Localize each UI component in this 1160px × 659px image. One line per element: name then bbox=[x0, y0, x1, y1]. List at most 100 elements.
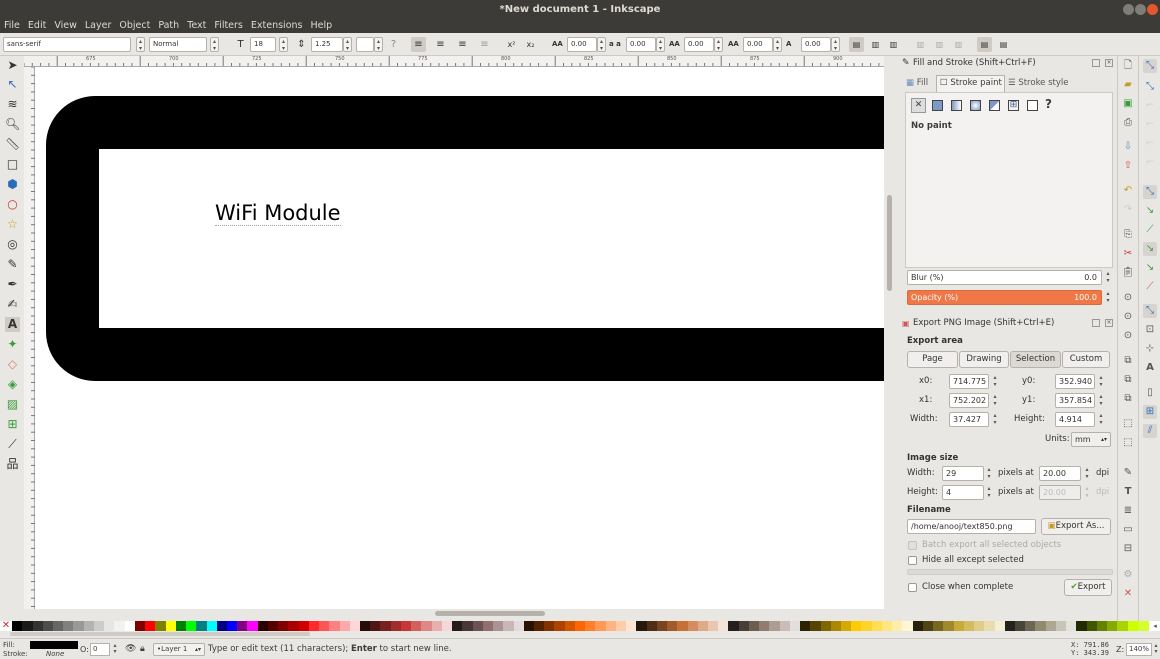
opacity-spinner[interactable]: ▴ ▾ bbox=[1104, 290, 1112, 305]
horizontal-scrollbar[interactable] bbox=[35, 609, 884, 619]
font-family-dropdown[interactable]: ▴ ▾ bbox=[136, 37, 145, 52]
palette-swatch[interactable] bbox=[963, 621, 975, 631]
superscript-button[interactable]: x² bbox=[504, 37, 519, 52]
palette-swatch[interactable] bbox=[574, 621, 586, 631]
palette-swatch[interactable] bbox=[390, 621, 402, 631]
palette-swatch[interactable] bbox=[462, 621, 474, 631]
opacity-status-spinner[interactable]: ▴ ▾ bbox=[111, 643, 119, 656]
area-height-spinner[interactable]: ▴ ▾ bbox=[1097, 412, 1105, 427]
snap-bbox-icon[interactable]: ⤡ bbox=[1143, 80, 1157, 94]
word-spacing-spinner[interactable]: ▴ ▾ bbox=[656, 37, 665, 52]
palette-swatch[interactable] bbox=[226, 621, 238, 631]
layers-dialog-icon[interactable]: ≣ bbox=[1121, 504, 1135, 518]
paste-icon[interactable]: 📋︎ bbox=[1121, 266, 1135, 280]
blur-field[interactable]: Blur (%) 0.0 bbox=[907, 270, 1102, 285]
palette-swatch[interactable] bbox=[789, 621, 801, 631]
zoom-page-icon[interactable]: ⊙ bbox=[1121, 329, 1135, 343]
palette-swatch[interactable] bbox=[738, 621, 750, 631]
duplicate-icon[interactable]: ⧉ bbox=[1121, 354, 1135, 368]
letter-spacing-field[interactable]: 0.00 bbox=[567, 37, 597, 52]
node-tool-icon[interactable]: ↖ bbox=[5, 77, 20, 92]
y1-field[interactable]: 357.854 bbox=[1055, 393, 1095, 408]
palette-swatch[interactable] bbox=[1086, 621, 1098, 631]
text-orient-auto-button[interactable]: ▥ bbox=[913, 37, 928, 52]
text-orient-sideways-button[interactable]: ▥ bbox=[951, 37, 966, 52]
palette-swatch[interactable] bbox=[329, 621, 341, 631]
palette-swatch[interactable] bbox=[677, 621, 688, 631]
x0-field[interactable]: 714.775 bbox=[949, 374, 989, 389]
save-icon[interactable]: ▣ bbox=[1121, 97, 1135, 111]
palette-menu-icon[interactable]: ◂ bbox=[1150, 621, 1160, 631]
justify-button[interactable]: ≡ bbox=[477, 37, 492, 52]
palette-swatch[interactable] bbox=[748, 621, 760, 631]
palette-swatch[interactable] bbox=[339, 621, 351, 631]
stroke-indicator[interactable]: None bbox=[46, 650, 64, 658]
zoom-selection-icon[interactable]: ⊙ bbox=[1121, 291, 1135, 305]
connector-tool-icon[interactable]: 品 bbox=[5, 457, 20, 472]
palette-swatch[interactable] bbox=[544, 621, 555, 631]
vertical-text-rl-button[interactable]: ▥ bbox=[868, 37, 883, 52]
palette-swatch[interactable] bbox=[1055, 621, 1067, 631]
vertical-shift-field[interactable]: 0.00 bbox=[743, 37, 773, 52]
palette-swatch[interactable] bbox=[922, 621, 934, 631]
palette-swatch[interactable] bbox=[902, 621, 914, 631]
vertical-scrollbar[interactable] bbox=[884, 67, 896, 609]
horizontal-text-button[interactable]: ▤ bbox=[849, 37, 864, 52]
opacity-status-field[interactable]: 0 bbox=[90, 643, 110, 656]
pattern-button[interactable]: ⊞ bbox=[1008, 100, 1019, 111]
bucket-tool-icon[interactable]: ◈ bbox=[5, 377, 20, 392]
export-selection-button[interactable]: Selection bbox=[1010, 351, 1061, 368]
panel-iconify-button[interactable] bbox=[1092, 59, 1100, 67]
close-when-complete-checkbox[interactable] bbox=[908, 583, 917, 592]
font-size-spinner[interactable]: ▴ ▾ bbox=[279, 37, 288, 52]
vertical-text-lr-button[interactable]: ▥ bbox=[886, 37, 901, 52]
palette-swatch[interactable] bbox=[411, 621, 422, 631]
palette-swatch[interactable] bbox=[1035, 621, 1047, 631]
palette-swatch[interactable] bbox=[1045, 621, 1057, 631]
export-button[interactable]: ✔Export bbox=[1064, 579, 1112, 596]
clone-icon[interactable]: ⧉ bbox=[1121, 373, 1135, 387]
fill-indicator[interactable] bbox=[30, 641, 78, 649]
palette-swatch[interactable] bbox=[1137, 621, 1149, 631]
palette-swatch[interactable] bbox=[32, 621, 44, 631]
img-width-spinner[interactable]: ▴ ▾ bbox=[985, 466, 993, 481]
snap-intersection-icon[interactable]: ⟋ bbox=[1143, 223, 1157, 237]
palette-swatch[interactable] bbox=[472, 621, 484, 631]
export-as-button[interactable]: ▣Export As... bbox=[1041, 518, 1111, 535]
filename-field[interactable]: /home/anooj/text850.png bbox=[907, 519, 1036, 534]
export-doc-icon[interactable]: ⇧ bbox=[1121, 159, 1135, 173]
font-family-field[interactable]: sans-serif bbox=[3, 37, 131, 52]
units-dropdown[interactable]: mm ▴▾ bbox=[1071, 432, 1111, 447]
export-close-button[interactable]: × bbox=[1105, 319, 1113, 327]
palette-swatch[interactable] bbox=[503, 621, 514, 631]
palette-swatch[interactable] bbox=[636, 621, 648, 631]
group-icon[interactable]: ⬚ bbox=[1121, 417, 1135, 431]
palette-swatch[interactable] bbox=[42, 621, 54, 631]
line-spacing-unit-dropdown[interactable]: ▴ ▾ bbox=[374, 37, 383, 52]
tab-stroke-style[interactable]: ☰ Stroke style bbox=[1008, 76, 1078, 91]
horizontal-scroll-thumb[interactable] bbox=[435, 611, 545, 616]
palette-swatch[interactable] bbox=[800, 621, 811, 631]
linear-gradient-button[interactable] bbox=[951, 100, 962, 111]
menu-layer[interactable]: Layer bbox=[85, 19, 112, 33]
menu-edit[interactable]: Edit bbox=[28, 19, 46, 33]
swatch-button[interactable] bbox=[1027, 100, 1038, 111]
palette-swatch[interactable] bbox=[237, 621, 248, 631]
font-size-field[interactable]: 18 bbox=[250, 37, 276, 52]
img-height-field[interactable]: 4 bbox=[942, 485, 984, 500]
menu-filters[interactable]: Filters bbox=[214, 19, 242, 33]
palette-swatch[interactable] bbox=[646, 621, 658, 631]
palette-swatch[interactable] bbox=[994, 621, 1006, 631]
blur-spinner[interactable]: ▴ ▾ bbox=[1104, 270, 1112, 285]
align-dialog-icon[interactable]: ⊟ bbox=[1121, 542, 1135, 556]
snap-cusp-icon[interactable]: ↘ bbox=[1143, 242, 1157, 256]
snap-guide-icon[interactable]: ⫽ bbox=[1143, 424, 1157, 438]
palette-swatch[interactable] bbox=[1127, 621, 1139, 631]
palette-swatch[interactable] bbox=[1107, 621, 1118, 631]
font-style-dropdown[interactable]: ▴ ▾ bbox=[210, 37, 219, 52]
export-custom-button[interactable]: Custom bbox=[1062, 351, 1110, 368]
help-icon[interactable]: ? bbox=[386, 37, 401, 52]
palette-swatch[interactable] bbox=[1004, 621, 1016, 631]
font-style-field[interactable]: Normal bbox=[149, 37, 207, 52]
img-height-spinner[interactable]: ▴ ▾ bbox=[985, 485, 993, 500]
